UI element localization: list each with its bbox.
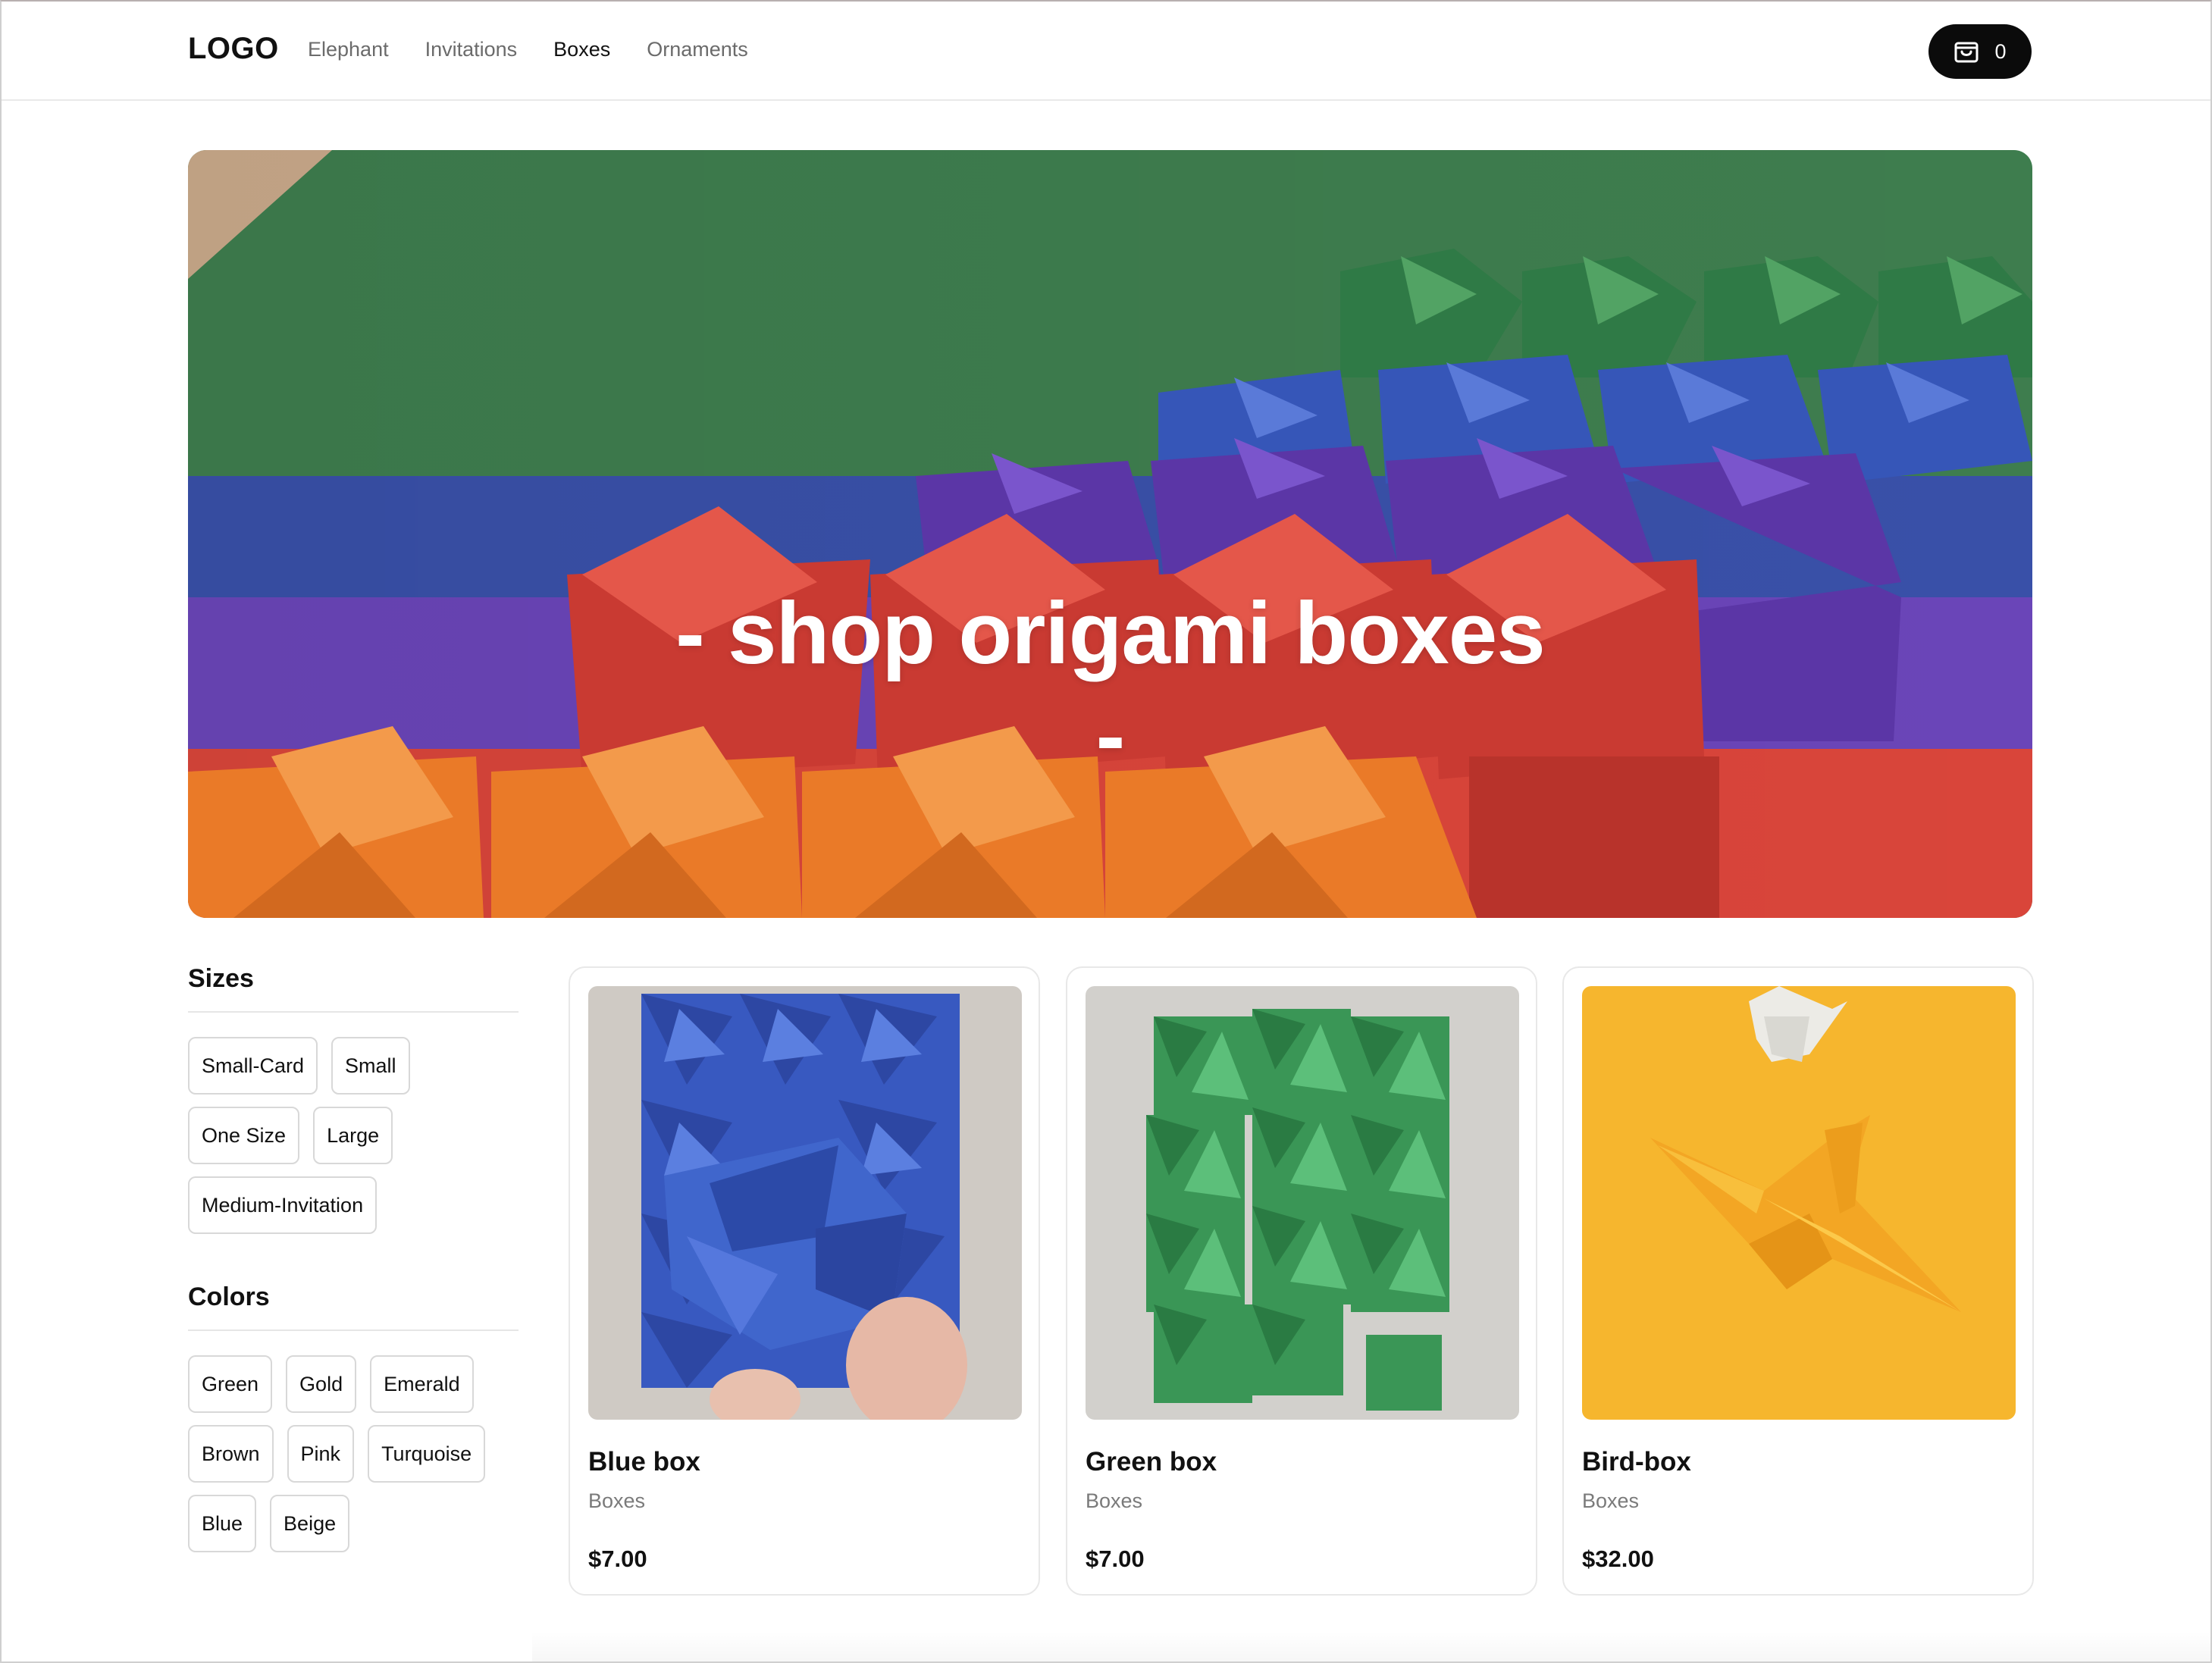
size-chip-medium-invitation[interactable]: Medium-Invitation [188,1176,378,1234]
hero-title-line1: - shop origami boxes [675,584,1546,682]
product-price: $7.00 [588,1546,647,1572]
nav-link-elephant[interactable]: Elephant [308,38,389,61]
product-image-green-box[interactable] [1086,986,1519,1420]
color-chip-green[interactable]: Green [188,1355,273,1413]
product-card[interactable]: Blue box Boxes $7.00 [569,966,1040,1596]
window-bottom-shadow [532,1631,2210,1661]
product-image-bird-box[interactable] [1582,986,2016,1420]
product-category: Boxes [1086,1489,1143,1512]
shopping-bag-icon [1954,36,1979,67]
cart-count: 0 [1994,39,2007,63]
color-chip-turquoise[interactable]: Turquoise [368,1425,486,1483]
cart-button[interactable]: 0 [1928,24,2032,79]
hero-title-line2: - [1095,686,1126,785]
nav-link-invitations[interactable]: Invitations [425,38,518,61]
color-chip-pink[interactable]: Pink [287,1425,355,1483]
color-chip-emerald[interactable]: Emerald [370,1355,474,1413]
color-chip-gold[interactable]: Gold [286,1355,357,1413]
divider [188,1329,519,1331]
product-price: $32.00 [1582,1546,1654,1572]
site-header: LOGO Elephant Invitations Boxes Ornament… [2,2,2210,101]
product-card[interactable]: Green box Boxes $7.00 [1066,966,1537,1596]
sizes-filter: Sizes Small-Card Small One Size Large Me… [188,964,519,1234]
colors-filter-title: Colors [188,1282,270,1311]
product-category: Boxes [588,1489,646,1512]
color-chip-beige[interactable]: Beige [270,1495,350,1552]
site-logo[interactable]: LOGO [188,32,279,66]
product-image-blue-box[interactable] [588,986,1022,1420]
divider [188,1011,519,1013]
sizes-chip-list: Small-Card Small One Size Large Medium-I… [188,1037,519,1234]
color-chip-brown[interactable]: Brown [188,1425,274,1483]
product-category: Boxes [1582,1489,1640,1512]
size-chip-large[interactable]: Large [313,1107,393,1164]
hero-banner: - shop origami boxes - [188,150,2032,918]
sizes-filter-title: Sizes [188,964,254,993]
hero-origami-image [188,150,2032,918]
product-card[interactable]: Bird-box Boxes $32.00 [1562,966,2034,1596]
nav-link-ornaments[interactable]: Ornaments [647,38,748,61]
colors-filter: Colors Green Gold Emerald Brown Pink Tur… [188,1282,519,1552]
size-chip-small-card[interactable]: Small-Card [188,1037,318,1095]
colors-chip-list: Green Gold Emerald Brown Pink Turquoise … [188,1355,519,1552]
hero-title: - shop origami boxes - [188,582,2032,787]
size-chip-small[interactable]: Small [331,1037,410,1095]
product-name[interactable]: Bird-box [1582,1447,1691,1477]
nav-link-boxes[interactable]: Boxes [553,38,610,61]
color-chip-blue[interactable]: Blue [188,1495,257,1552]
product-price: $7.00 [1086,1546,1145,1572]
product-name[interactable]: Green box [1086,1447,1217,1477]
size-chip-one-size[interactable]: One Size [188,1107,300,1164]
browser-window: LOGO Elephant Invitations Boxes Ornament… [0,0,2212,1663]
filter-sidebar: Sizes Small-Card Small One Size Large Me… [188,964,519,1552]
product-name[interactable]: Blue box [588,1447,700,1477]
main-nav: Elephant Invitations Boxes Ornaments [308,38,748,61]
